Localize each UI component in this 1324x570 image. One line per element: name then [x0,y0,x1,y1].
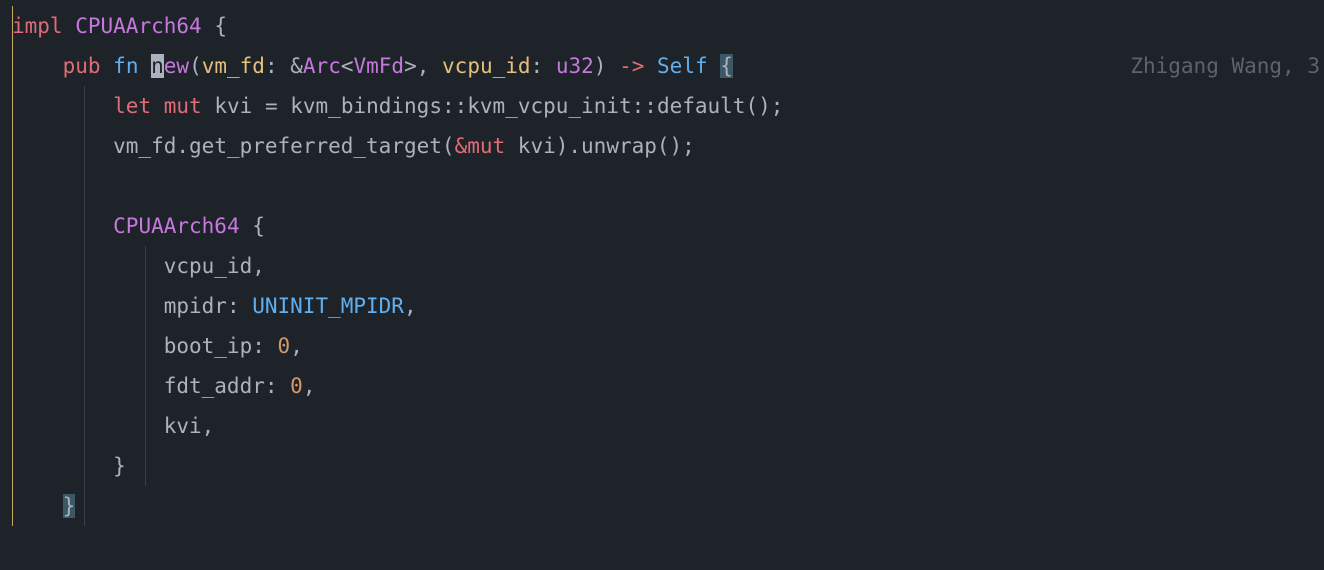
gt: > [404,54,417,78]
number-literal: 0 [278,334,291,358]
method-call: unwrap [581,134,657,158]
arrow: -> [619,54,644,78]
code-line[interactable]: pub fn new(vm_fd: &Arc<VmFd>, vcpu_id: u… [0,46,1324,86]
module-path: kvm_bindings [290,94,442,118]
colon: : [227,294,252,318]
ref-op: & [290,54,303,78]
field-name: vcpu_id [164,254,253,278]
keyword-let: let [113,94,151,118]
indent-guide [84,166,85,206]
comma: , [290,334,303,358]
param-name: vcpu_id [442,54,531,78]
return-type: Self [657,54,708,78]
code-line[interactable]: } [0,446,1324,486]
indent-guide [145,446,146,486]
equals: = [265,94,278,118]
paren-open: ( [442,134,455,158]
param-type-inner: VmFd [354,54,405,78]
call-end: (); [657,134,695,158]
indent-guide [84,366,85,406]
module-path: kvm_vcpu_init [467,94,631,118]
ref-mut: &mut [455,134,506,158]
indent-guide [84,86,85,126]
indent-guide [145,246,146,286]
type-name: CPUAArch64 [75,14,201,38]
comma: , [252,254,265,278]
brace: { [214,14,227,38]
scope-op: :: [442,94,467,118]
indent-guide [84,206,85,246]
brace-highlighted: { [720,54,733,78]
field-name: kvi [164,414,202,438]
field-name: mpidr [164,294,227,318]
cursor: n [151,54,164,78]
param-name: vm_fd [202,54,265,78]
indent-guide [84,406,85,446]
variable: vm_fd [113,134,176,158]
param-type: u32 [556,54,594,78]
paren-close: ) [594,54,619,78]
function-name: new [151,54,189,78]
code-line[interactable]: mpidr: UNINIT_MPIDR, [0,286,1324,326]
code-line[interactable]: } [0,486,1324,526]
comma: , [404,294,417,318]
brace-highlighted: } [63,494,76,518]
indent-guide [145,366,146,406]
colon: : [531,54,556,78]
code-line[interactable]: fdt_addr: 0, [0,366,1324,406]
indent-guide [84,486,85,526]
code-line[interactable]: vm_fd.get_preferred_target(&mut kvi).unw… [0,126,1324,166]
call-end: (); [745,94,783,118]
param-type: Arc [303,54,341,78]
variable: kvi [518,134,556,158]
dot: . [176,134,189,158]
field-name: fdt_addr [164,374,265,398]
indent-guide [84,126,85,166]
indent-guide [145,406,146,446]
comma: , [303,374,316,398]
method-call: get_preferred_target [189,134,442,158]
colon: : [252,334,277,358]
code-line[interactable]: boot_ip: 0, [0,326,1324,366]
paren-close: ). [556,134,581,158]
colon: : [265,374,290,398]
paren-open: ( [189,54,202,78]
indent-guide [84,286,85,326]
comma: , [417,54,442,78]
keyword-impl: impl [12,14,63,38]
code-line-empty[interactable] [0,166,1324,206]
code-line[interactable]: CPUAArch64 { [0,206,1324,246]
constant: UNINIT_MPIDR [252,294,404,318]
struct-name: CPUAArch64 [113,214,239,238]
number-literal: 0 [290,374,303,398]
keyword-mut: mut [164,94,202,118]
indent-guide [145,286,146,326]
comma: , [202,414,215,438]
field-name: boot_ip [164,334,253,358]
code-line[interactable]: let mut kvi = kvm_bindings::kvm_vcpu_ini… [0,86,1324,126]
indent-guide [84,446,85,486]
brace: { [252,214,265,238]
colon: : [265,54,290,78]
code-editor[interactable]: impl CPUAArch64 { pub fn new(vm_fd: &Arc… [0,6,1324,526]
code-line[interactable]: kvi, [0,406,1324,446]
lt: < [341,54,354,78]
scope-op: :: [632,94,657,118]
fn-name-rest: ew [164,54,189,78]
indent-guide [84,326,85,366]
git-blame: Zhigang Wang, 3 [1130,46,1320,86]
method-call: default [657,94,746,118]
keyword-pub: pub [63,54,101,78]
code-line[interactable]: vcpu_id, [0,246,1324,286]
variable: kvi [214,94,252,118]
indent-guide [145,326,146,366]
keyword-fn: fn [113,54,138,78]
brace: } [113,454,126,478]
indent-guide [84,246,85,286]
code-line[interactable]: impl CPUAArch64 { [0,6,1324,46]
